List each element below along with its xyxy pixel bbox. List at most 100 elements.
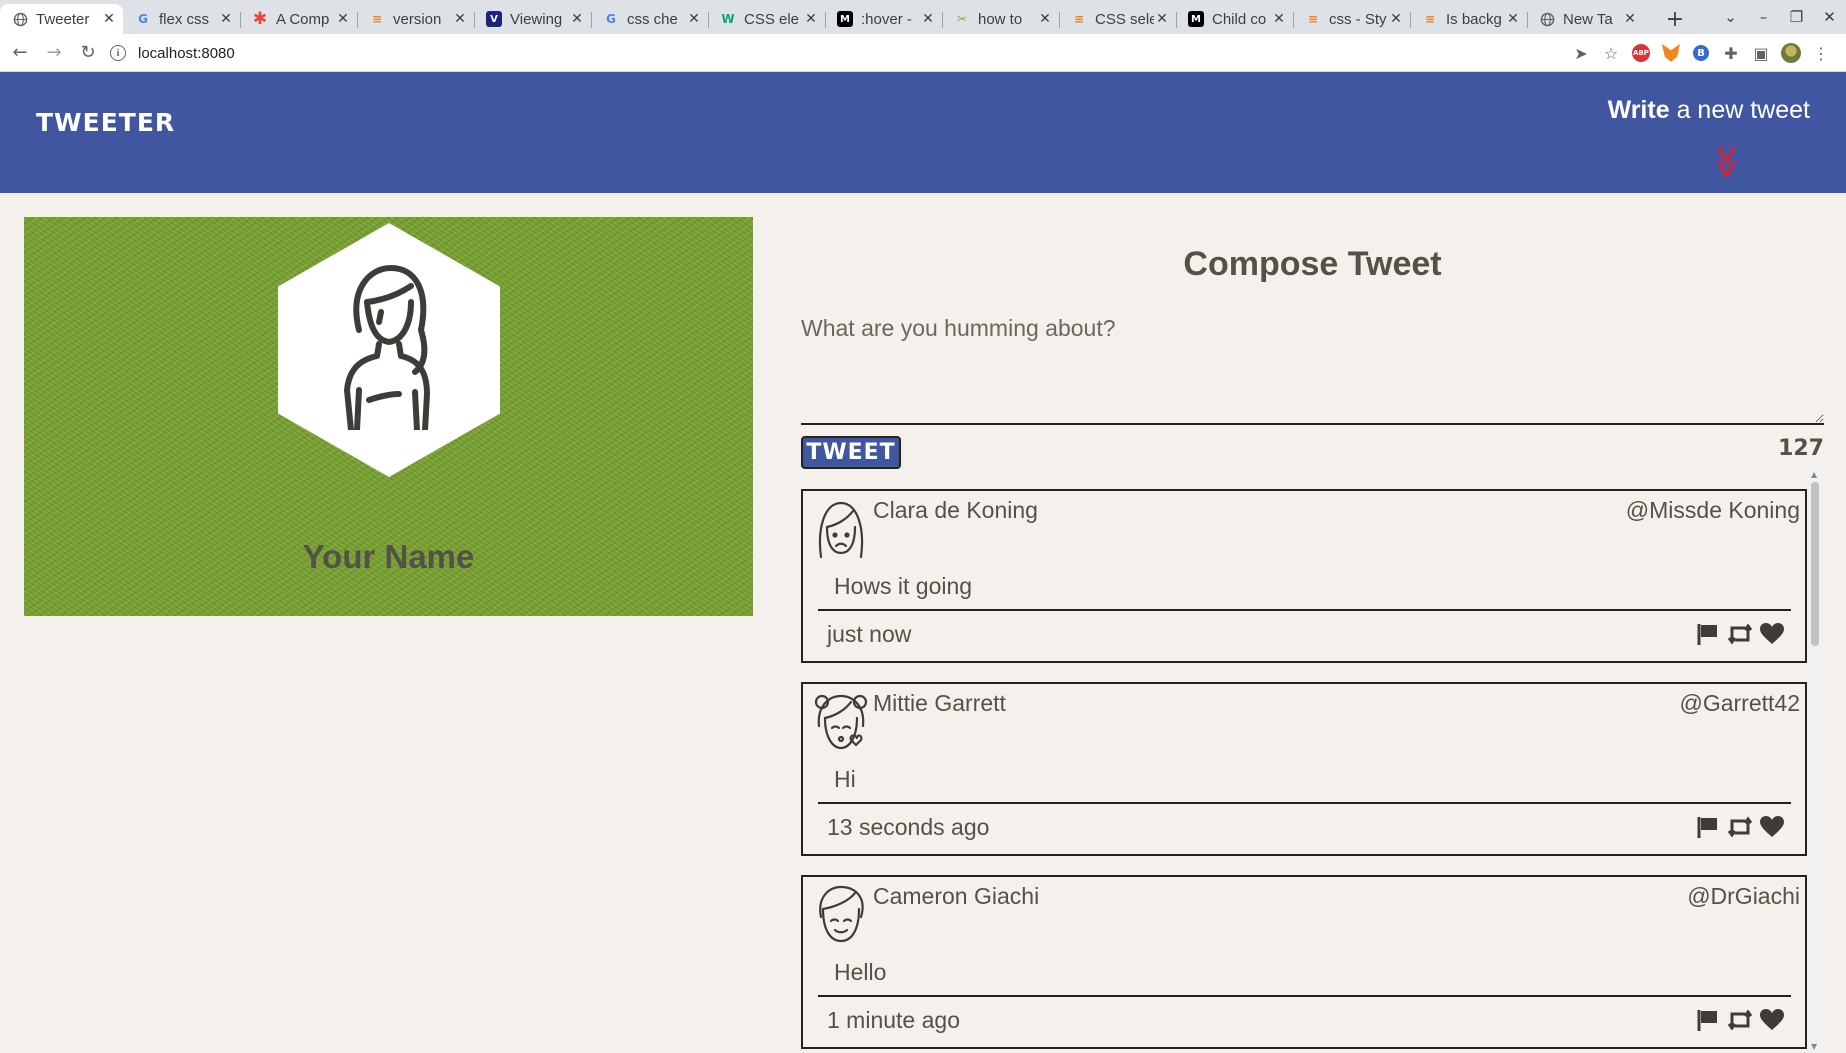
tweet-text: Hello — [834, 959, 887, 985]
close-icon[interactable]: ✕ — [1271, 11, 1287, 27]
adblock-icon[interactable]: ABP — [1626, 38, 1656, 68]
profile-card: Your Name — [24, 217, 753, 616]
character-counter: 127 — [1778, 436, 1824, 461]
browser-tab-7[interactable]: M :hover - ✕ — [825, 4, 942, 34]
flag-icon[interactable] — [1695, 1007, 1721, 1033]
tab-title: CSS sele — [1095, 10, 1154, 28]
tweet-author-handle: @Missde Koning — [1625, 497, 1800, 523]
browser-tab-9[interactable]: ≡ CSS sele ✕ — [1059, 4, 1176, 34]
close-icon[interactable]: ✕ — [1037, 11, 1053, 27]
compose-title: Compose Tweet — [1183, 245, 1442, 283]
tweet-card: Clara de Koning @Missde Koning Hows it g… — [801, 489, 1807, 663]
browser-tab-13[interactable]: New Ta ✕ — [1527, 4, 1644, 34]
tweet-divider — [818, 995, 1791, 997]
close-icon[interactable]: ✕ — [1154, 11, 1170, 27]
scrollbar-thumb[interactable] — [1811, 482, 1819, 646]
profile-avatar — [278, 223, 500, 477]
heart-icon[interactable] — [1759, 1007, 1785, 1033]
extension-b-icon[interactable]: B — [1686, 38, 1716, 68]
browser-tab-11[interactable]: ≡ css - Sty ✕ — [1293, 4, 1410, 34]
tab-title: flex css — [159, 10, 210, 28]
close-icon[interactable]: ✕ — [452, 11, 468, 27]
retweet-icon[interactable] — [1727, 1007, 1753, 1033]
browser-tab-2[interactable]: ✱ A Comp ✕ — [240, 4, 357, 34]
close-icon[interactable]: ✕ — [101, 11, 117, 27]
flag-icon[interactable] — [1695, 621, 1721, 647]
compose-section: Compose Tweet TWEET 127 — [801, 245, 1824, 469]
stackoverflow-icon: ≡ — [1424, 12, 1436, 26]
tweet-text: Hi — [834, 766, 856, 792]
send-icon[interactable]: ➤ — [1566, 38, 1596, 68]
profile-avatar-icon[interactable] — [1776, 38, 1806, 68]
close-icon[interactable]: ✕ — [803, 11, 819, 27]
reload-icon[interactable]: ↻ — [74, 39, 102, 67]
puzzle-icon[interactable]: ✚ — [1716, 38, 1746, 68]
close-icon[interactable]: ✕ — [1622, 11, 1638, 27]
tab-title: A Comp — [276, 10, 330, 28]
browser-tab-3[interactable]: ≡ version ✕ — [357, 4, 474, 34]
w3-icon: W — [721, 12, 735, 26]
close-icon[interactable]: ✕ — [335, 11, 351, 27]
forward-icon[interactable]: → — [40, 39, 68, 67]
restore-icon[interactable]: ❐ — [1780, 8, 1813, 26]
menu-icon[interactable]: ⋮ — [1806, 38, 1836, 68]
browser-tab-5[interactable]: G css che ✕ — [591, 4, 708, 34]
browser-tab-6[interactable]: W CSS ele ✕ — [708, 4, 825, 34]
tab-title: :hover - — [861, 10, 912, 28]
tab-title: Tweeter — [36, 10, 90, 28]
url-text: localhost:8080 — [138, 44, 235, 62]
back-icon[interactable]: ← — [6, 39, 34, 67]
scroll-down-arrow-icon[interactable]: ▼ — [1811, 1042, 1817, 1051]
close-icon[interactable]: ✕ — [1505, 11, 1521, 27]
girl-kiss-avatar-icon — [814, 694, 868, 750]
tweet-textarea[interactable] — [801, 315, 1824, 425]
metamask-icon[interactable] — [1656, 38, 1686, 68]
side-panel-icon[interactable]: ▣ — [1746, 38, 1776, 68]
close-icon[interactable]: ✕ — [218, 11, 234, 27]
write-new-tweet-toggle[interactable]: Write a new tweet — [1608, 96, 1810, 125]
google-icon: G — [138, 12, 148, 26]
tweet-timestamp: 1 minute ago — [827, 1007, 960, 1033]
tweet-actions — [1695, 814, 1785, 840]
tweet-submit-button[interactable]: TWEET — [801, 436, 901, 469]
tweet-text: Hows it going — [834, 573, 973, 599]
site-info-icon[interactable]: i — [110, 45, 126, 61]
tab-title: version — [393, 10, 442, 28]
retweet-icon[interactable] — [1727, 814, 1753, 840]
close-icon[interactable]: ✕ — [920, 11, 936, 27]
browser-tab-8[interactable]: ✂ how to ✕ — [942, 4, 1059, 34]
bookmark-star-icon[interactable]: ☆ — [1596, 38, 1626, 68]
browser-tab-4[interactable]: V Viewing ✕ — [474, 4, 591, 34]
heart-icon[interactable] — [1759, 621, 1785, 647]
scroll-up-arrow-icon[interactable]: ▲ — [1811, 470, 1817, 479]
tweet-actions — [1695, 621, 1785, 647]
tweet-divider — [818, 802, 1791, 804]
tweet-author-name: Clara de Koning — [873, 497, 1038, 523]
tweet-author-handle: @DrGiachi — [1687, 883, 1800, 909]
write-label-bold: Write — [1607, 96, 1670, 124]
tab-search-icon[interactable]: ⌄ — [1714, 8, 1747, 26]
profile-name: Your Name — [302, 538, 475, 575]
browser-tab-1[interactable]: G flex css ✕ — [123, 4, 240, 34]
write-label-rest: a new tweet — [1676, 96, 1810, 124]
tweet-list-scrollbar[interactable]: ▲ ▼ — [1808, 470, 1822, 1053]
globe-icon — [12, 11, 28, 27]
double-chevron-down-icon[interactable]: ∨ ∨ — [1712, 141, 1741, 181]
flag-icon[interactable] — [1695, 814, 1721, 840]
address-bar[interactable]: i localhost:8080 — [110, 38, 1580, 68]
close-icon[interactable]: ✕ — [569, 11, 585, 27]
close-icon[interactable]: ✕ — [686, 11, 702, 27]
browser-tab-10[interactable]: M Child co ✕ — [1176, 4, 1293, 34]
heart-icon[interactable] — [1759, 814, 1785, 840]
brand-logo[interactable]: TWEETER — [36, 108, 175, 137]
new-tab-button[interactable]: + — [1658, 4, 1692, 34]
minimize-icon[interactable]: – — [1747, 8, 1780, 26]
tweet-list: Clara de Koning @Missde Koning Hows it g… — [801, 489, 1807, 1053]
browser-tab-12[interactable]: ≡ Is backg ✕ — [1410, 4, 1527, 34]
close-icon[interactable]: ✕ — [1388, 11, 1404, 27]
browser-tab-0[interactable]: Tweeter ✕ — [0, 4, 123, 34]
mdn-icon: M — [837, 11, 853, 27]
retweet-icon[interactable] — [1727, 621, 1753, 647]
close-window-icon[interactable]: ✕ — [1813, 8, 1846, 26]
globe-icon — [1539, 11, 1555, 27]
